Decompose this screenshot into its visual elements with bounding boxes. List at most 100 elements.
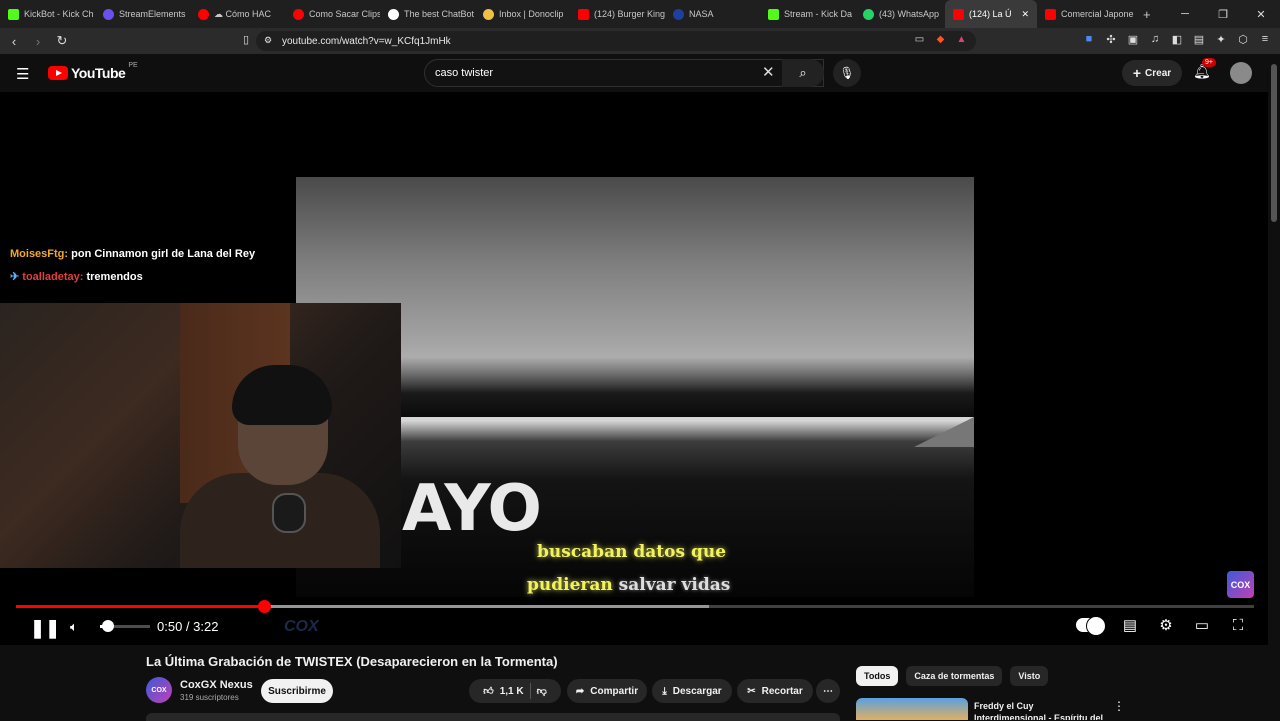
player-controls: ❚❚ 🔈︎ 0:50 / 3:22 COX ▤ ⚙ ▭ ⛶ — [0, 612, 1268, 642]
download-icon: ⤓ — [662, 685, 667, 697]
channel-avatar[interactable]: COX — [146, 677, 172, 703]
settings-gear-icon[interactable]: ⚙ — [1156, 616, 1176, 634]
like-count[interactable]: 1,1 K — [500, 686, 524, 697]
fullscreen-icon[interactable]: ⛶ — [1228, 617, 1248, 634]
share-button[interactable]: ➦ Compartir — [567, 679, 647, 703]
search-button[interactable]: ⌕ — [782, 59, 824, 87]
browser-tab[interactable]: ☁ Cómo HAC — [190, 0, 285, 28]
theater-mode-icon[interactable]: ▭ — [1192, 616, 1212, 634]
channel-name[interactable]: CoxGX Nexus — [180, 679, 253, 691]
chip-visto[interactable]: Visto — [1010, 666, 1049, 686]
clip-label: Recortar — [761, 685, 803, 697]
media-icon[interactable]: ♫ — [1148, 33, 1162, 47]
reload-icon[interactable]: ↻ — [52, 33, 72, 49]
close-window-icon[interactable]: ✕ — [1242, 8, 1280, 21]
subscribe-button[interactable]: Suscribirme — [261, 679, 333, 703]
microphone-icon: 🎙︎ — [839, 66, 855, 80]
browser-tab[interactable]: Inbox | Donoclip — [475, 0, 570, 28]
recommendation-chips: Todos Caza de tormentas Visto — [856, 666, 1049, 686]
browser-tab[interactable]: StreamElements — [95, 0, 190, 28]
clip-button[interactable]: ✂ Recortar — [737, 679, 813, 703]
chat-text: pon Cinnamon girl de Lana del Rey — [71, 248, 256, 260]
tab-label: (124) La Ú — [969, 9, 1012, 19]
channel-watermark-logo[interactable]: COX — [1227, 571, 1254, 598]
sidebar-icon[interactable]: ◧ — [1170, 33, 1184, 47]
player-right-controls: ▤ ⚙ ▭ ⛶ — [1076, 616, 1248, 636]
bookmark-icon[interactable]: ▯ — [236, 33, 256, 46]
translate-icon[interactable]: ■ — [1082, 33, 1096, 47]
tab-label: (43) WhatsApp — [879, 9, 940, 19]
streamer-hair — [232, 365, 332, 425]
volume-knob[interactable] — [101, 620, 114, 632]
browser-tab[interactable]: KickBot - Kick Ch — [0, 0, 95, 28]
volume-slider[interactable] — [100, 620, 150, 632]
scrollbar-thumb[interactable] — [1271, 64, 1277, 222]
youtube-logo[interactable]: YouTube PE — [48, 62, 138, 81]
recommended-video-thumbnail[interactable] — [856, 698, 968, 720]
dislike-icon[interactable]: 👎︎ — [537, 685, 547, 697]
brave-rewards-icon[interactable]: ▲ — [955, 34, 968, 47]
youtube-icon — [578, 8, 589, 20]
more-actions-button[interactable]: ⋯ — [816, 679, 840, 703]
building — [914, 417, 974, 447]
close-icon[interactable]: ✕ — [1021, 9, 1029, 20]
chip-todos[interactable]: Todos — [856, 666, 899, 686]
video-player[interactable]: MoisesFtg: pon Cinnamon girl de Lana del… — [0, 92, 1268, 645]
like-icon[interactable]: 👍︎ — [483, 685, 493, 697]
progress-bar[interactable] — [16, 600, 1254, 613]
chip-caza-de-tormentas[interactable]: Caza de tormentas — [906, 666, 1003, 686]
wallet-icon[interactable]: ▤ — [1192, 33, 1206, 47]
tab-label: The best ChatBot — [404, 9, 475, 19]
new-tab-button[interactable]: + — [1135, 0, 1159, 28]
more-options-icon[interactable]: ⋮ — [1113, 699, 1125, 713]
browser-tab[interactable]: Stream - Kick Da — [760, 0, 855, 28]
progress-played — [16, 605, 264, 608]
recommended-video-title[interactable]: Freddy el Cuy Interdimensional - Espírit… — [974, 700, 1108, 720]
clear-search-icon[interactable]: ✕ — [762, 63, 775, 81]
subtitle-word: pudieran — [527, 575, 613, 595]
browser-tab[interactable]: NASA — [665, 0, 760, 28]
create-button[interactable]: + Crear — [1122, 60, 1182, 86]
subtitles-icon[interactable]: ▤ — [1120, 616, 1140, 634]
pause-icon[interactable]: ❚❚ — [30, 618, 60, 639]
vpn-icon[interactable]: ⬡ — [1236, 33, 1250, 47]
youtube-icon — [198, 8, 209, 20]
url-text: youtube.com/watch?v=w_KCfq1JmHk — [282, 35, 451, 47]
browser-tab-active[interactable]: (124) La Ú ✕ — [945, 0, 1037, 28]
forward-icon[interactable]: › — [28, 34, 48, 49]
browser-tab-bar: KickBot - Kick Ch StreamElements ☁ Cómo … — [0, 0, 1280, 28]
address-bar[interactable]: ⚙ youtube.com/watch?v=w_KCfq1JmHk ▭ ◆ ▲ — [256, 31, 976, 51]
cast-icon[interactable]: ▭ — [913, 34, 926, 47]
hamburger-menu-icon[interactable]: ☰ — [16, 65, 29, 83]
donoclip-icon — [483, 8, 494, 20]
menu-icon[interactable]: ≡ — [1258, 33, 1272, 47]
extensions-icon[interactable]: ✣ — [1104, 33, 1118, 47]
browser-tab[interactable]: (124) Burger King — [570, 0, 665, 28]
country-code: PE — [128, 62, 138, 69]
restore-icon[interactable]: ❐ — [1204, 8, 1242, 21]
browser-tab[interactable]: Comercial Japone — [1037, 0, 1135, 28]
autoplay-toggle[interactable] — [1076, 616, 1106, 636]
screenshot-icon[interactable]: ▣ — [1126, 33, 1140, 47]
site-info-icon[interactable]: ⚙ — [264, 35, 272, 46]
browser-tab[interactable]: Como Sacar Clips — [285, 0, 380, 28]
time-display: 0:50 / 3:22 — [157, 619, 219, 634]
back-icon[interactable]: ‹ — [4, 34, 24, 49]
download-button[interactable]: ⤓ Descargar — [652, 679, 732, 703]
webcam-overlay — [0, 303, 401, 568]
leo-icon[interactable]: ✦ — [1214, 33, 1228, 47]
chat-username: MoisesFtg: — [10, 248, 69, 260]
volume-icon[interactable]: 🔈︎ — [70, 619, 78, 635]
browser-tab[interactable]: (43) WhatsApp — [855, 0, 945, 28]
tab-label: ☁ Cómo HAC — [214, 8, 272, 19]
search-value: caso twister — [435, 67, 494, 79]
minimize-icon[interactable]: ─ — [1166, 8, 1204, 21]
brave-shield-icon[interactable]: ◆ — [934, 34, 947, 47]
user-avatar[interactable] — [1230, 62, 1252, 84]
tab-label: StreamElements — [119, 9, 186, 19]
sword-badge-icon: ✈ — [10, 271, 20, 283]
voice-search-button[interactable]: 🎙︎ — [833, 59, 861, 87]
browser-tab[interactable]: The best ChatBot — [380, 0, 475, 28]
tab-label: Como Sacar Clips — [309, 9, 380, 19]
like-dislike-group: 👍︎ 1,1 K 👎︎ — [469, 679, 561, 703]
